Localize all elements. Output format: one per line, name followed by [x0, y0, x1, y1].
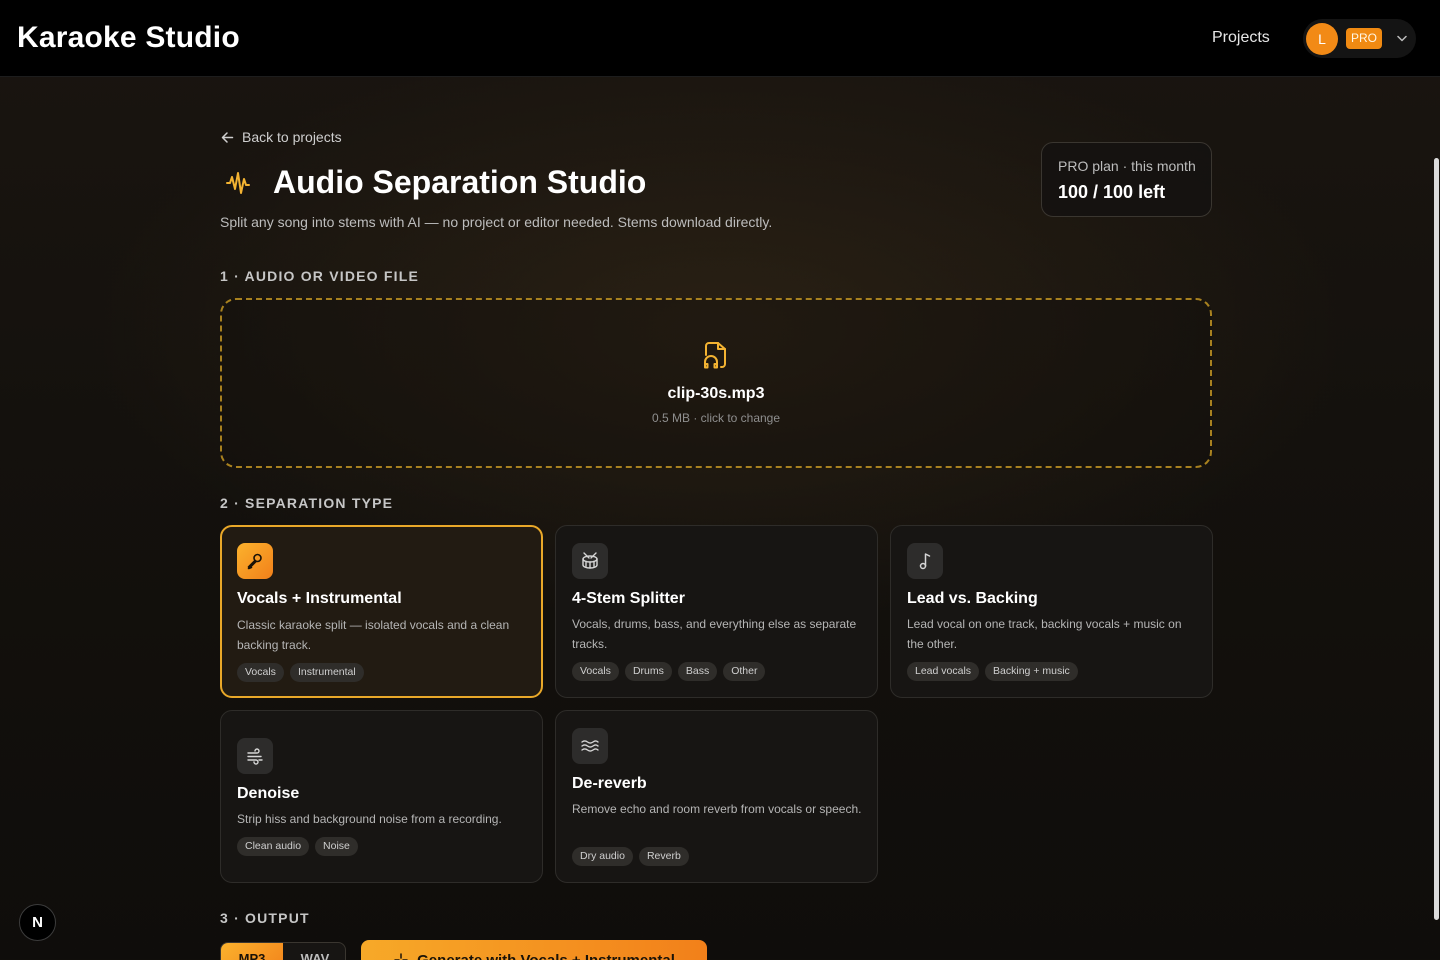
tag: Reverb	[638, 847, 689, 866]
section-label-file: 1 · AUDIO OR VIDEO FILE	[220, 268, 419, 284]
chevron-down-icon	[1397, 35, 1407, 42]
card-title: 4-Stem Splitter	[572, 590, 685, 607]
tag: Bass	[677, 662, 718, 681]
page-subtitle: Split any song into stems with AI — no p…	[220, 214, 773, 230]
card-title: Denoise	[237, 785, 300, 802]
card-icon-tile	[237, 543, 273, 579]
user-menu[interactable]: L PRO	[1303, 19, 1416, 58]
card-description: Strip hiss and background noise from a r…	[237, 812, 502, 826]
card-icon-tile	[237, 738, 273, 774]
wind-icon	[247, 748, 263, 765]
sparkle-icon	[394, 953, 408, 960]
tag: Other	[723, 662, 766, 681]
card-description: Vocals, drums, bass, and everything else…	[572, 617, 857, 651]
card-icon-tile	[572, 728, 608, 764]
quota-value: 100 / 100 left	[1058, 182, 1166, 202]
section-label-output: 3 · OUTPUT	[220, 910, 310, 926]
music-note-icon	[919, 553, 931, 570]
card-title: De-reverb	[572, 775, 647, 792]
separation-card-vocals-instrumental[interactable]: Vocals + Instrumental Classic karaoke sp…	[220, 525, 543, 698]
card-title: Lead vs. Backing	[907, 590, 1038, 607]
separation-card-4-stem[interactable]: 4-Stem Splitter Vocals, drums, bass, and…	[555, 525, 878, 698]
back-to-projects-link[interactable]: Back to projects	[220, 128, 342, 146]
tag: Drums	[624, 662, 672, 681]
top-bar: Karaoke Studio Projects L PRO	[0, 0, 1440, 77]
card-icon-tile	[572, 543, 608, 579]
card-tags: Lead vocals Backing + music	[907, 662, 1078, 681]
scrollbar[interactable]	[1432, 78, 1440, 960]
file-audio-icon	[704, 342, 726, 369]
tag: Dry audio	[572, 847, 633, 866]
back-label: Back to projects	[242, 129, 342, 145]
card-description: Remove echo and room reverb from vocals …	[572, 802, 862, 816]
waves-icon	[581, 740, 599, 752]
card-tags: Vocals Drums Bass Other	[572, 662, 766, 681]
arrow-left-icon	[221, 131, 234, 143]
quota-label: PRO plan · this month	[1058, 158, 1196, 174]
tag: Instrumental	[289, 663, 364, 682]
tag: Backing + music	[985, 662, 1078, 681]
card-icon-tile	[907, 543, 943, 579]
card-description: Lead vocal on one track, backing vocals …	[907, 617, 1182, 651]
tag: Lead vocals	[907, 662, 980, 681]
separation-card-denoise[interactable]: Denoise Strip hiss and background noise …	[220, 710, 543, 883]
plan-badge: PRO	[1346, 28, 1383, 49]
file-meta: 0.5 MB · click to change	[651, 411, 781, 425]
page-title: Audio Separation Studio	[273, 164, 647, 200]
nav-projects-link[interactable]: Projects	[1212, 29, 1270, 47]
avatar: L	[1306, 23, 1338, 55]
audio-waveform-icon	[226, 172, 250, 194]
generate-button[interactable]: Generate with Vocals + Instrumental	[361, 940, 707, 960]
tag: Vocals	[237, 663, 284, 682]
card-description: Classic karaoke split — isolated vocals …	[237, 618, 510, 652]
generate-label: Generate with Vocals + Instrumental	[417, 952, 675, 960]
drum-icon	[582, 552, 598, 569]
file-name: clip-30s.mp3	[667, 385, 765, 402]
quota-card: PRO plan · this month 100 / 100 left	[1041, 142, 1212, 217]
scrollbar-thumb[interactable]	[1434, 158, 1439, 920]
card-title: Vocals + Instrumental	[237, 590, 402, 607]
format-option-wav[interactable]: WAV	[284, 943, 345, 960]
section-label-type: 2 · SEPARATION TYPE	[220, 495, 394, 511]
file-dropzone[interactable]: clip-30s.mp3 0.5 MB · click to change	[220, 298, 1212, 468]
card-tags: Vocals Instrumental	[237, 663, 364, 682]
dev-tools-badge[interactable]: N	[19, 904, 56, 941]
format-option-mp3[interactable]: MP3	[221, 943, 283, 960]
card-tags: Clean audio Noise	[237, 837, 358, 856]
tag: Noise	[315, 837, 358, 856]
card-tags: Dry audio Reverb	[572, 847, 689, 866]
brand-title[interactable]: Karaoke Studio	[17, 21, 240, 55]
tag: Clean audio	[237, 837, 310, 856]
microphone-icon	[247, 553, 262, 570]
separation-card-de-reverb[interactable]: De-reverb Remove echo and room reverb fr…	[555, 710, 878, 883]
separation-card-lead-backing[interactable]: Lead vs. Backing Lead vocal on one track…	[890, 525, 1213, 698]
tag: Vocals	[572, 662, 619, 681]
format-toggle: MP3 WAV	[220, 942, 346, 960]
